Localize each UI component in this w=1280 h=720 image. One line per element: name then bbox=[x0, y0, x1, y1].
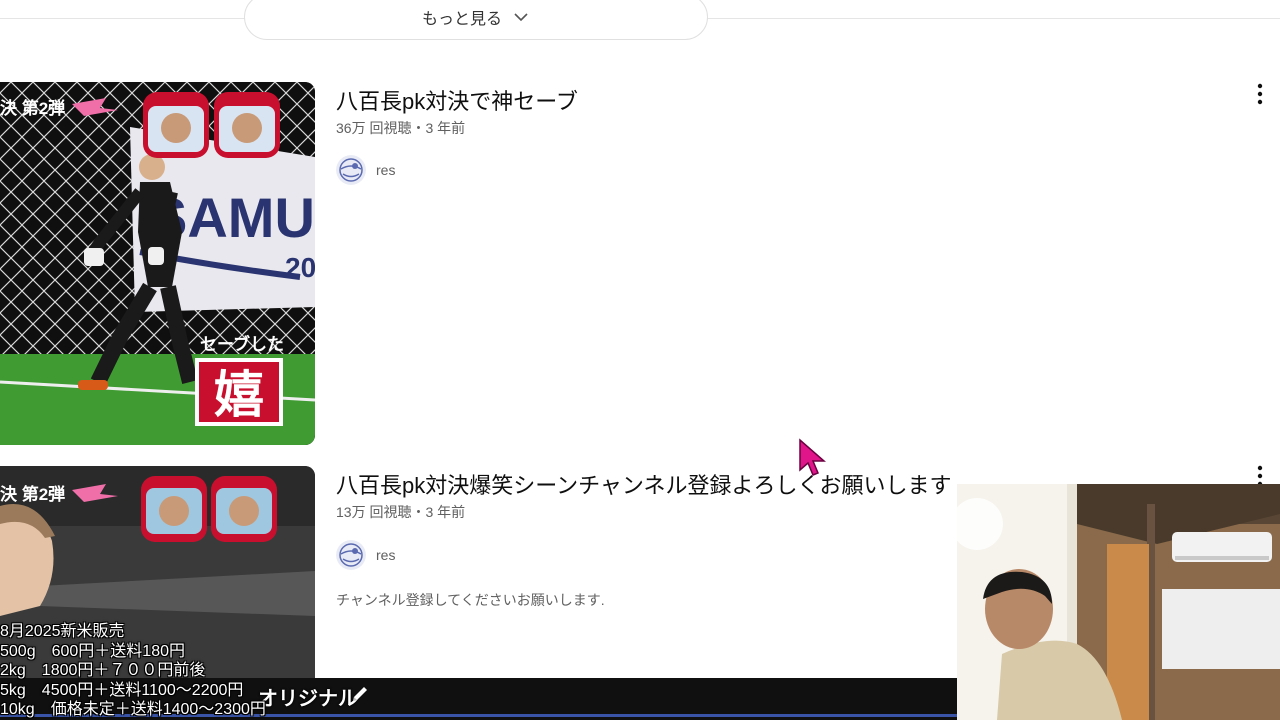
channel-avatar[interactable] bbox=[336, 155, 366, 185]
video-title[interactable]: 八百長pk対決爆笑シーンチャンネル登録よろしくお願いします bbox=[336, 468, 951, 500]
thumb-caption-text: 決 第2弾 bbox=[0, 98, 65, 118]
thumb-overlay-big: 嬉 bbox=[214, 367, 264, 423]
channel-name[interactable]: res bbox=[376, 547, 395, 563]
channel-name[interactable]: res bbox=[376, 162, 395, 178]
video-thumbnail[interactable]: SAMU 20 決 第2弾 セーブした 嬉 bbox=[0, 82, 315, 445]
channel-link[interactable]: res bbox=[336, 155, 395, 185]
webcam-image bbox=[957, 484, 1280, 720]
video-description: チャンネル登録してくださいお願いします. bbox=[336, 592, 605, 608]
channel-link[interactable]: res bbox=[336, 540, 395, 570]
overlay-line: 2kg 1800円＋７００円前後 bbox=[0, 662, 206, 679]
overlay-line: 10kg 価格未定＋送料1400〜2300円 bbox=[0, 701, 266, 718]
webcam-overlay bbox=[957, 484, 1280, 720]
mouse-cursor-icon bbox=[799, 438, 826, 476]
overlay-line: 500g 600円＋送料180円 bbox=[0, 642, 185, 660]
video-meta: 13万 回視聴・3 年前 bbox=[336, 504, 466, 520]
thumb-overlay-small: セーブした bbox=[200, 334, 284, 354]
thumb-caption-text: 決 第2弾 bbox=[0, 484, 65, 504]
show-more-button[interactable]: もっと見る bbox=[244, 0, 708, 40]
video-title[interactable]: 八百長pk対決で神セーブ bbox=[336, 84, 578, 116]
pencil-icon bbox=[353, 687, 367, 701]
kebab-menu-icon[interactable] bbox=[1250, 82, 1270, 106]
price-overlay: 8月2025新米販売 500g 600円＋送料180円 2kg 1800円＋７０… bbox=[0, 622, 320, 720]
video-meta: 36万 回視聴・3 年前 bbox=[336, 120, 466, 136]
overlay-line: 5kg 4500円＋送料1100〜2200円 bbox=[0, 681, 244, 699]
show-more-label: もっと見る bbox=[421, 11, 502, 28]
overlay-line: 8月2025新米販売 bbox=[0, 623, 125, 640]
chevron-down-icon bbox=[514, 13, 528, 22]
channel-avatar[interactable] bbox=[336, 540, 366, 570]
thumbnail-image: SAMU 20 決 第2弾 セーブした 嬉 bbox=[0, 82, 315, 445]
